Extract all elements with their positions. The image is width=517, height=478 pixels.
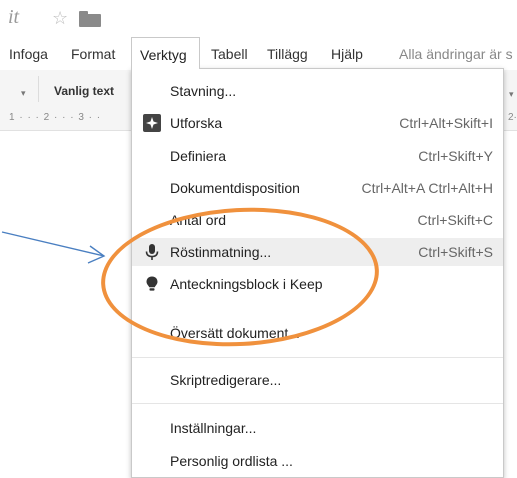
menu-item-personlig-ordlista[interactable]: Personlig ordlista ... bbox=[132, 447, 503, 475]
paragraph-style-select[interactable]: Vanlig text bbox=[54, 84, 114, 98]
menu-item-utforska[interactable]: Utforska Ctrl+Alt+Skift+I bbox=[132, 109, 503, 137]
menu-item-label: Personlig ordlista ... bbox=[170, 453, 293, 469]
toolbar-divider bbox=[38, 76, 39, 102]
menu-item-shortcut: Ctrl+Alt+A Ctrl+Alt+H bbox=[361, 180, 494, 196]
menu-divider bbox=[132, 357, 503, 358]
menu-item-shortcut: Ctrl+Skift+Y bbox=[418, 148, 493, 164]
document-title[interactable]: it bbox=[8, 6, 19, 29]
menu-item-definiera[interactable]: Definiera Ctrl+Skift+Y bbox=[132, 142, 503, 170]
menu-infoga[interactable]: Infoga bbox=[9, 46, 48, 62]
pointer-arrow-icon bbox=[1, 231, 106, 264]
menu-item-installningar[interactable]: Inställningar... bbox=[132, 414, 503, 442]
menu-tabell[interactable]: Tabell bbox=[211, 46, 248, 62]
star-icon[interactable]: ☆ bbox=[52, 9, 68, 27]
explore-icon bbox=[143, 114, 161, 132]
menu-item-label: Utforska bbox=[170, 115, 223, 131]
menu-item-label: Definiera bbox=[170, 148, 227, 164]
menu-item-label: Dokumentdisposition bbox=[170, 180, 300, 196]
menu-item-label: Skriptredigerare... bbox=[170, 372, 282, 388]
menu-item-label: Stavning... bbox=[170, 83, 237, 99]
menu-hjalp[interactable]: Hjälp bbox=[331, 46, 363, 62]
chevron-down-icon[interactable]: ▾ bbox=[509, 89, 514, 100]
chevron-down-icon[interactable]: ▾ bbox=[21, 88, 26, 99]
menu-item-shortcut: Ctrl+Skift+S bbox=[418, 244, 493, 260]
ruler-ticks: 1 · · · 2 · · · 3 · · bbox=[9, 112, 102, 123]
menu-item-shortcut: Ctrl+Alt+Skift+I bbox=[399, 115, 493, 131]
menu-format[interactable]: Format bbox=[71, 46, 115, 62]
menu-item-shortcut: Ctrl+Skift+C bbox=[417, 212, 493, 228]
folder-icon[interactable] bbox=[79, 11, 101, 27]
menu-tillagg[interactable]: Tillägg bbox=[267, 46, 308, 62]
menu-item-dokumentdisposition[interactable]: Dokumentdisposition Ctrl+Alt+A Ctrl+Alt+… bbox=[132, 174, 503, 202]
menu-item-label: Inställningar... bbox=[170, 420, 257, 436]
menu-item-stavning[interactable]: Stavning... bbox=[132, 77, 503, 105]
ruler-ticks-right: 2· bbox=[508, 112, 517, 123]
menu-divider bbox=[132, 403, 503, 404]
menu-verktyg[interactable]: Verktyg bbox=[131, 37, 200, 69]
menu-item-skriptredigerare[interactable]: Skriptredigerare... bbox=[132, 366, 503, 394]
save-status: Alla ändringar är s bbox=[399, 46, 513, 62]
